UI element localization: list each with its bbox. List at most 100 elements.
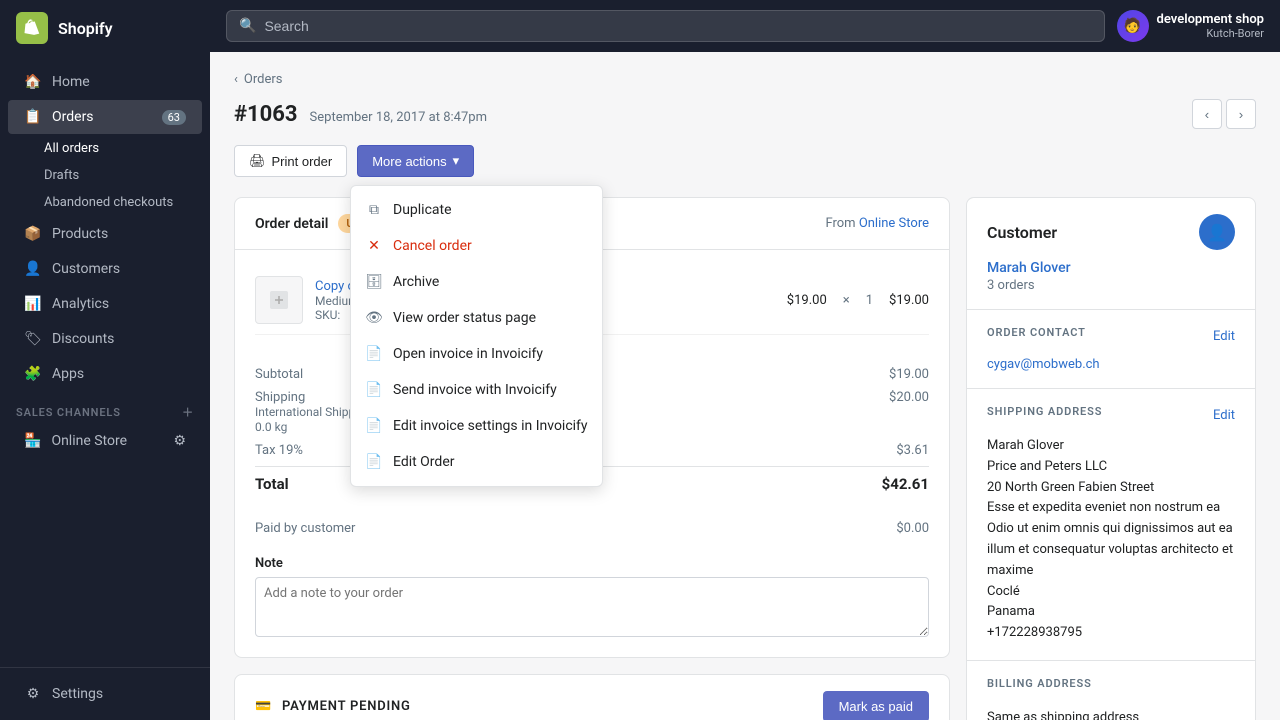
next-order-button[interactable]: › xyxy=(1226,99,1256,129)
order-contact-label: ORDER CONTACT xyxy=(987,326,1086,339)
customer-order-count: 3 orders xyxy=(987,278,1235,293)
orders-badge: 63 xyxy=(162,110,186,125)
sidebar-header: Shopify xyxy=(0,0,210,56)
dropdown-item-duplicate[interactable]: ⧉ Duplicate xyxy=(351,192,602,228)
item-price: $19.00 × 1 $19.00 xyxy=(787,293,929,308)
sidebar-item-home-label: Home xyxy=(52,74,90,90)
payment-pending-section: 💳 PAYMENT PENDING Mark as paid xyxy=(235,675,949,720)
eye-icon: 👁 xyxy=(365,309,383,327)
item-unit-price: $19.00 xyxy=(787,293,827,308)
dropdown-item-open-invoice[interactable]: 📄 Open invoice in Invoicify xyxy=(351,336,602,372)
home-icon: 🏠 xyxy=(24,73,42,91)
invoice-settings-icon: 📄 xyxy=(365,417,383,435)
payment-pending-label: 💳 PAYMENT PENDING xyxy=(255,699,411,714)
customers-icon: 👤 xyxy=(24,260,42,278)
shipping-address: Marah Glover Price and Peters LLC 20 Nor… xyxy=(987,436,1235,644)
note-input[interactable] xyxy=(255,577,929,637)
online-store-settings-icon[interactable]: ⚙ xyxy=(173,433,186,449)
dropdown-item-send-invoice[interactable]: 📄 Send invoice with Invoicify xyxy=(351,372,602,408)
sidebar-item-customers-label: Customers xyxy=(52,261,120,277)
shipping-address-label: SHIPPING ADDRESS xyxy=(987,405,1102,418)
sidebar-item-home[interactable]: 🏠 Home xyxy=(8,65,202,99)
search-input[interactable] xyxy=(264,18,1091,34)
add-sales-channel-icon[interactable]: ＋ xyxy=(182,404,194,420)
contact-email[interactable]: cygav@mobweb.ch xyxy=(987,357,1235,372)
customer-name[interactable]: Marah Glover xyxy=(987,260,1235,276)
item-thumbnail xyxy=(255,276,303,324)
paid-by-row: Paid by customer $0.00 xyxy=(255,517,929,540)
more-actions-label: More actions xyxy=(372,154,446,169)
sidebar-nav: 🏠 Home 📋 Orders 63 All orders Drafts Aba… xyxy=(0,56,210,667)
sidebar-footer: ⚙ Settings xyxy=(0,667,210,720)
order-detail-title: Order detail xyxy=(255,216,328,232)
sidebar-sub-abandoned[interactable]: Abandoned checkouts xyxy=(0,189,210,216)
sidebar-item-apps[interactable]: 🧩 Apps xyxy=(8,357,202,391)
analytics-icon: 📊 xyxy=(24,295,42,313)
shipping-address-header: SHIPPING ADDRESS Edit xyxy=(987,405,1235,426)
more-actions-button[interactable]: More actions ▾ xyxy=(357,145,474,177)
invoice-send-icon: 📄 xyxy=(365,381,383,399)
order-date: September 18, 2017 at 8:47pm xyxy=(310,110,487,125)
note-area: Note xyxy=(235,540,949,657)
sidebar-item-discounts-label: Discounts xyxy=(52,331,114,347)
topbar: 🔍 🧑 development shop Kutch-Borer xyxy=(210,0,1280,52)
sidebar-item-orders[interactable]: 📋 Orders 63 xyxy=(8,100,202,134)
sidebar-item-customers[interactable]: 👤 Customers xyxy=(8,252,202,286)
chevron-down-icon: ▾ xyxy=(453,153,460,169)
sidebar-item-settings[interactable]: ⚙ Settings xyxy=(8,677,202,711)
customer-avatar: 👤 xyxy=(1199,214,1235,250)
sidebar-item-online-store[interactable]: 🏪 Online Store ⚙ xyxy=(8,425,202,457)
sidebar-item-analytics-label: Analytics xyxy=(52,296,109,312)
breadcrumb-label: Orders xyxy=(244,72,283,87)
payment-icon: 💳 xyxy=(255,699,272,714)
orders-icon: 📋 xyxy=(24,108,42,126)
item-line-total: $19.00 xyxy=(889,293,929,308)
page-content: ‹ Orders #1063 September 18, 2017 at 8:4… xyxy=(210,52,1280,720)
sales-channels-section: SALES CHANNELS ＋ xyxy=(0,392,210,424)
order-contact-section: ORDER CONTACT Edit cygav@mobweb.ch xyxy=(967,310,1255,389)
edit-order-icon: 📄 xyxy=(365,453,383,471)
item-qty: 1 xyxy=(866,293,873,308)
prev-order-button[interactable]: ‹ xyxy=(1192,99,1222,129)
edit-contact-button[interactable]: Edit xyxy=(1213,329,1235,344)
breadcrumb[interactable]: ‹ Orders xyxy=(234,72,1256,87)
page-title: #1063 xyxy=(234,102,298,127)
apps-icon: 🧩 xyxy=(24,365,42,383)
dropdown-item-cancel[interactable]: ✕ Cancel order xyxy=(351,228,602,264)
sidebar-item-discounts[interactable]: 🏷 Discounts xyxy=(8,322,202,356)
payment-pending-card: 💳 PAYMENT PENDING Mark as paid xyxy=(234,674,950,720)
invoice-open-icon: 📄 xyxy=(365,345,383,363)
order-source-link[interactable]: Online Store xyxy=(859,216,929,231)
sidebar-sub-drafts[interactable]: Drafts xyxy=(0,162,210,189)
shipping-address-section: SHIPPING ADDRESS Edit Marah Glover Price… xyxy=(967,389,1255,661)
more-actions-dropdown: ⧉ Duplicate ✕ Cancel order 🗄 Archive 👁 V… xyxy=(350,185,603,487)
shopify-logo xyxy=(16,12,48,44)
mark-as-paid-button[interactable]: Mark as paid xyxy=(823,691,929,720)
dropdown-item-archive[interactable]: 🗄 Archive xyxy=(351,264,602,300)
main-area: 🔍 🧑 development shop Kutch-Borer ‹ Order… xyxy=(210,0,1280,720)
dropdown-item-edit-invoice-settings[interactable]: 📄 Edit invoice settings in Invoicify xyxy=(351,408,602,444)
user-area[interactable]: 🧑 development shop Kutch-Borer xyxy=(1117,10,1264,42)
products-icon: 📦 xyxy=(24,225,42,243)
app-title: Shopify xyxy=(58,19,113,38)
print-order-button[interactable]: 🖨 Print order xyxy=(234,145,347,177)
online-store-icon: 🏪 xyxy=(24,433,41,449)
edit-shipping-button[interactable]: Edit xyxy=(1213,408,1235,423)
right-column: Customer 👤 Marah Glover 3 orders ORDER C… xyxy=(966,197,1256,720)
action-bar: 🖨 Print order More actions ▾ ⧉ Duplicate… xyxy=(234,145,1256,177)
search-bar[interactable]: 🔍 xyxy=(226,10,1105,42)
sidebar: Shopify 🏠 Home 📋 Orders 63 All orders Dr… xyxy=(0,0,210,720)
page-title-area: #1063 September 18, 2017 at 8:47pm xyxy=(234,102,487,127)
dropdown-item-edit-order[interactable]: 📄 Edit Order xyxy=(351,444,602,480)
billing-address-header: BILLING ADDRESS xyxy=(987,677,1235,698)
print-icon: 🖨 xyxy=(249,153,266,169)
sidebar-sub-all-orders[interactable]: All orders xyxy=(0,135,210,162)
sidebar-item-products[interactable]: 📦 Products xyxy=(8,217,202,251)
dropdown-item-view-status[interactable]: 👁 View order status page xyxy=(351,300,602,336)
customer-card: Customer 👤 Marah Glover 3 orders ORDER C… xyxy=(966,197,1256,720)
user-info: development shop Kutch-Borer xyxy=(1157,12,1264,40)
customer-title: Customer xyxy=(987,223,1057,242)
sidebar-item-analytics[interactable]: 📊 Analytics xyxy=(8,287,202,321)
page-header: #1063 September 18, 2017 at 8:47pm ‹ › xyxy=(234,99,1256,129)
sidebar-item-orders-label: Orders xyxy=(52,109,94,125)
